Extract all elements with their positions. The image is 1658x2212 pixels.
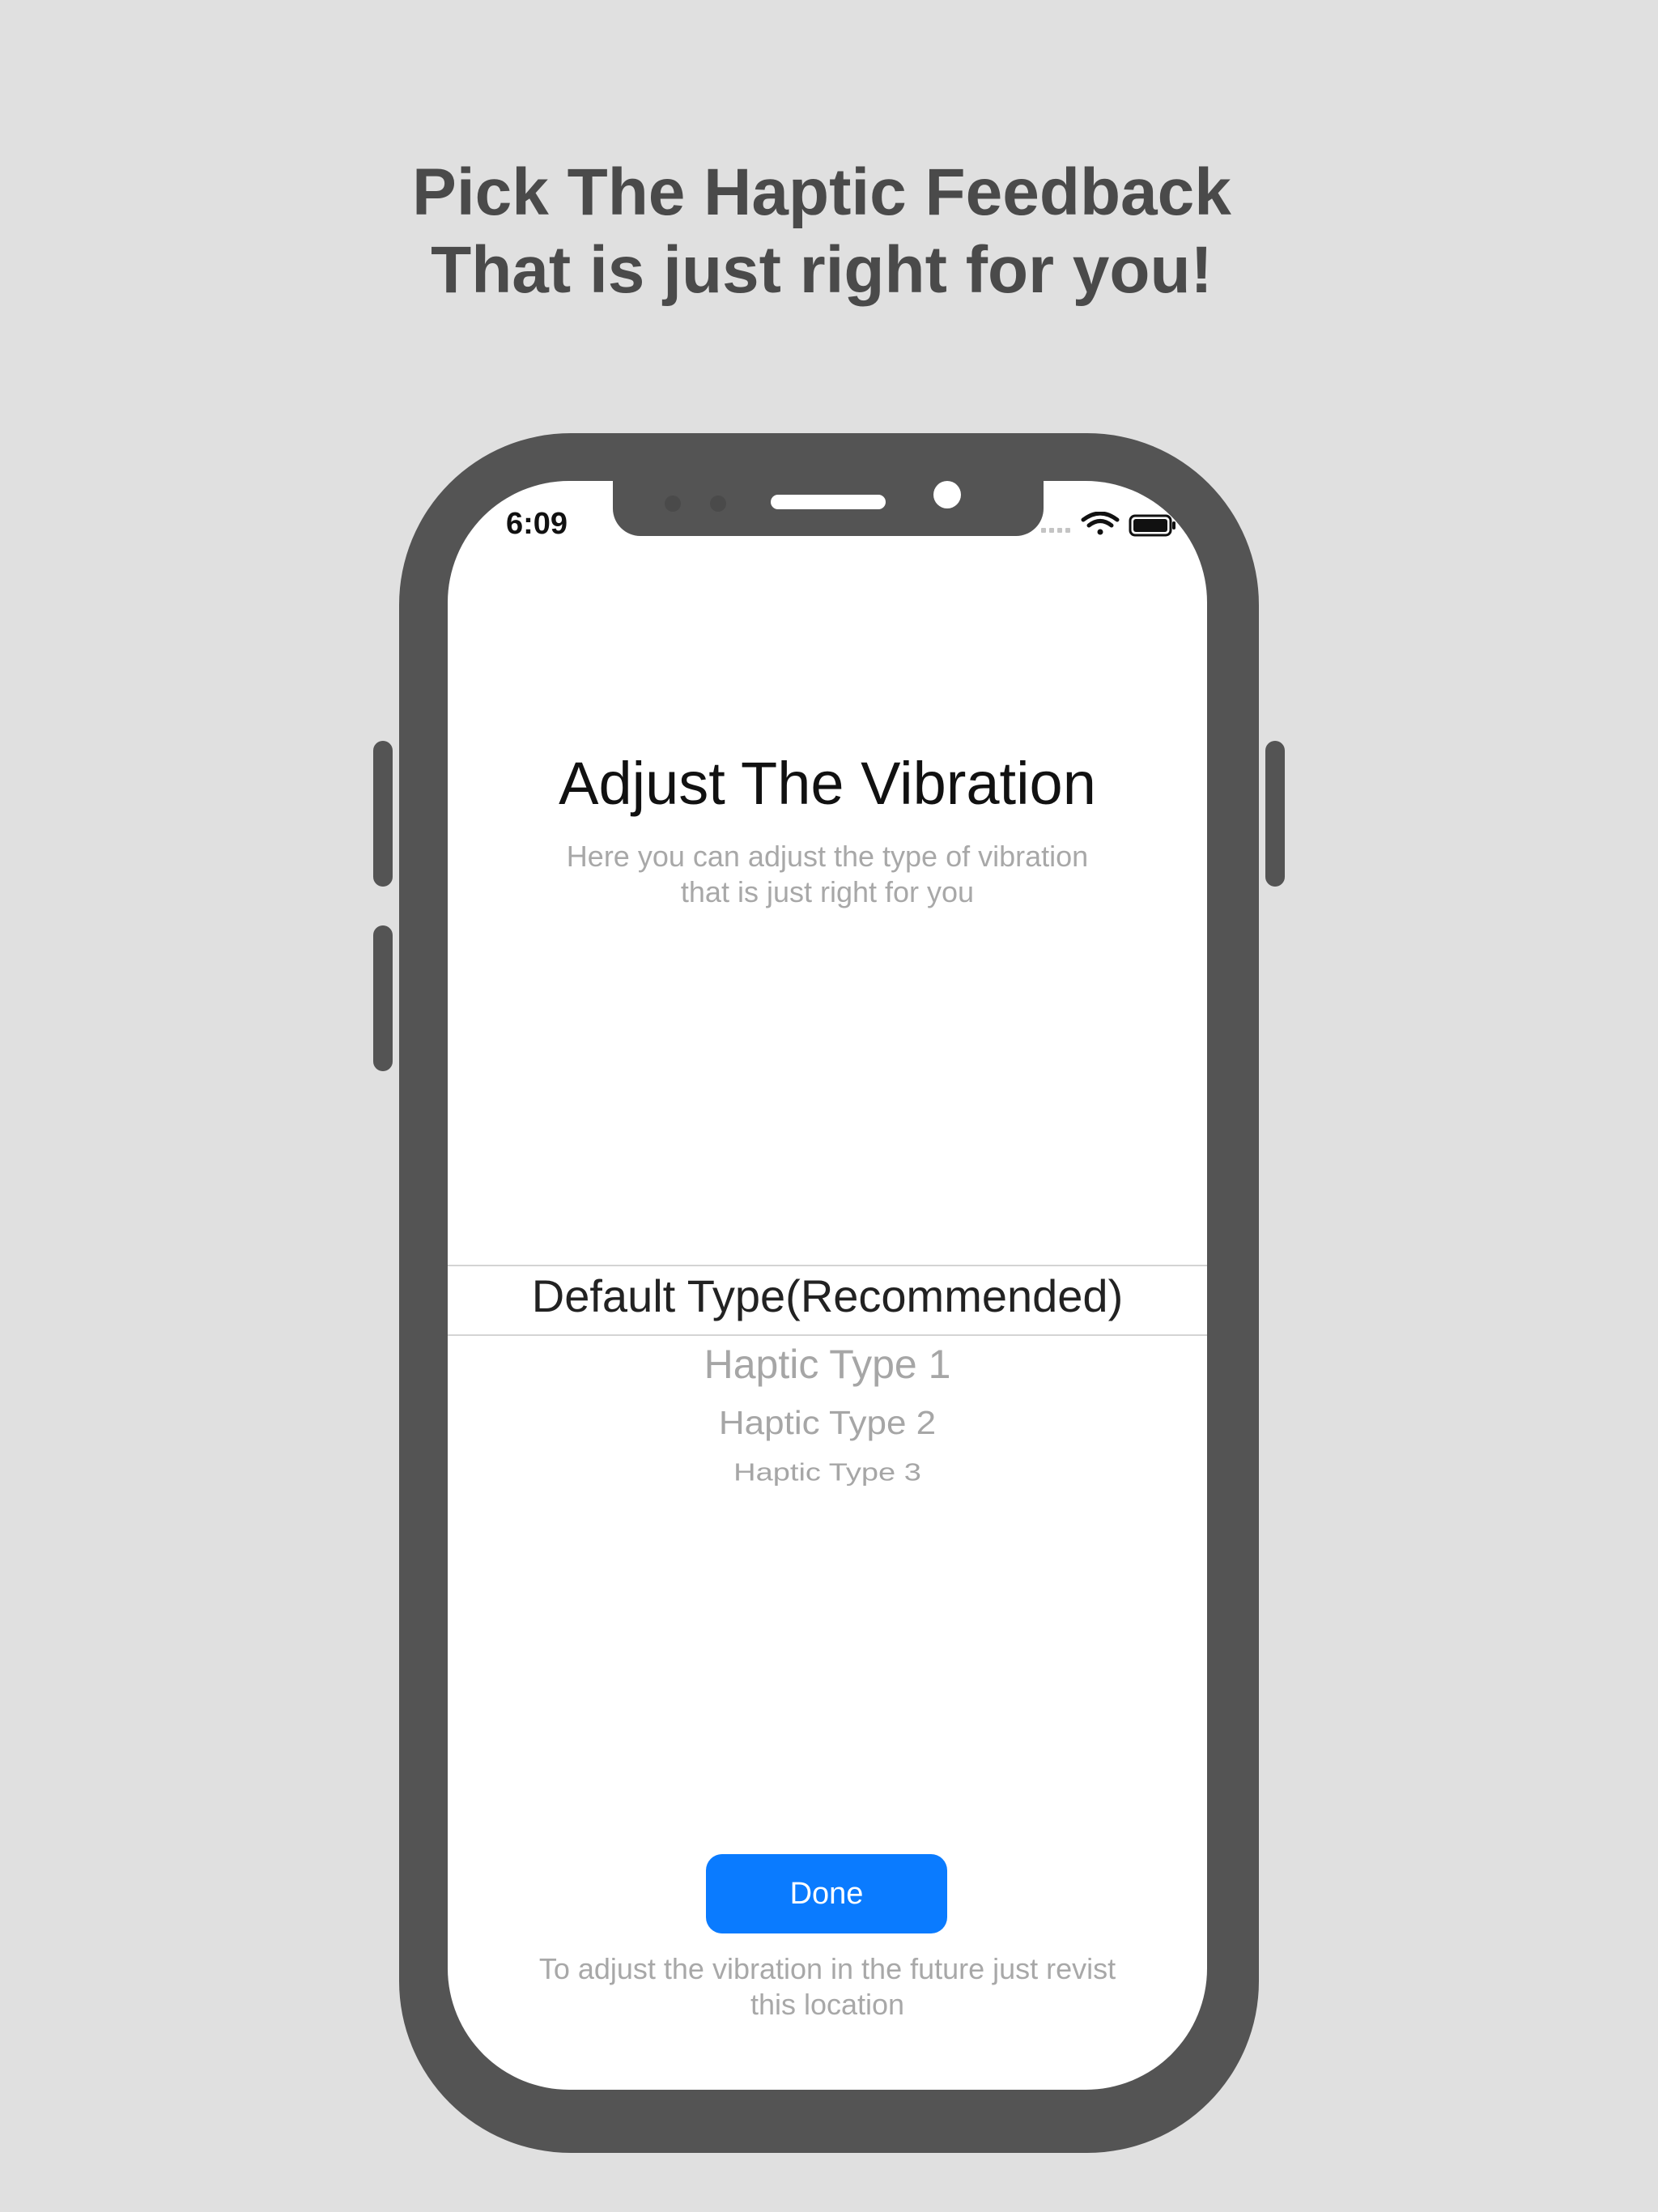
screen-title: Adjust The Vibration xyxy=(559,750,1096,817)
status-icons xyxy=(1041,511,1177,541)
status-time: 6:09 xyxy=(506,507,568,541)
sensor-dot xyxy=(710,496,726,512)
volume-down-button xyxy=(373,925,393,1071)
picker-selection-top-line xyxy=(448,1265,1207,1266)
headline-line-1: Pick The Haptic Feedback xyxy=(412,155,1231,229)
marketing-headline: Pick The Haptic Feedback That is just ri… xyxy=(0,154,1643,309)
status-icon-group xyxy=(1041,511,1175,537)
subtitle-line-2: that is just right for you xyxy=(680,875,975,908)
footer-line-1: To adjust the vibration in the future ju… xyxy=(538,1952,1116,1985)
picker-selection-bottom-line xyxy=(448,1334,1207,1336)
picker-option-haptic-1[interactable]: Haptic Type 1 xyxy=(448,1341,1207,1388)
signal-icon xyxy=(1041,528,1070,533)
power-button xyxy=(1265,741,1285,887)
wifi-icon xyxy=(1081,511,1120,535)
screen-subtitle: Here you can adjust the type of vibratio… xyxy=(448,839,1207,910)
device-notch xyxy=(613,481,1044,536)
earpiece-speaker xyxy=(771,495,886,509)
headline-line-2: That is just right for you! xyxy=(431,233,1213,307)
footer-note: To adjust the vibration in the future ju… xyxy=(448,1951,1207,2023)
done-button[interactable]: Done xyxy=(706,1854,947,1933)
front-camera xyxy=(933,481,961,508)
picker-option-haptic-3[interactable]: Haptic Type 3 xyxy=(448,1459,1207,1487)
subtitle-line-1: Here you can adjust the type of vibratio… xyxy=(566,840,1089,873)
sensor-dot xyxy=(665,496,681,512)
battery-icon xyxy=(1129,514,1175,537)
volume-up-button xyxy=(373,741,393,887)
footer-line-2: this location xyxy=(750,1988,905,2021)
picker-option-selected[interactable]: Default Type(Recommended) xyxy=(448,1270,1207,1322)
picker-option-haptic-2[interactable]: Haptic Type 2 xyxy=(448,1405,1207,1442)
